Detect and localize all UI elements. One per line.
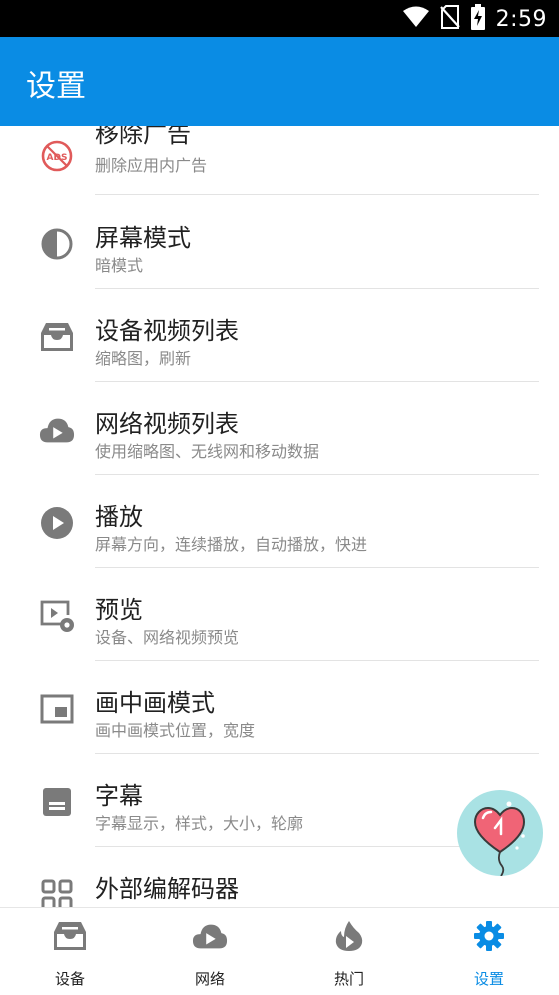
nav-label: 设置 [473, 970, 504, 988]
cloud-play-icon [192, 920, 228, 952]
setting-picture-in-picture[interactable]: 画中画模式 画中画模式位置，宽度 [0, 661, 559, 754]
setting-subtitle: 设备、网络视频预览 [95, 628, 240, 647]
setting-preview[interactable]: 预览 设备、网络视频预览 [0, 568, 559, 661]
setting-device-video-list[interactable]: 设备视频列表 缩略图，刷新 [0, 289, 559, 382]
setting-title: 设备视频列表 [95, 317, 239, 345]
nav-label: 设备 [54, 970, 85, 988]
nav-settings[interactable]: 设置 [419, 908, 559, 995]
wifi-icon [402, 6, 430, 32]
nav-label: 热门 [333, 970, 364, 988]
setting-subtitle: 画中画模式位置，宽度 [95, 721, 256, 740]
setting-subtitle: 暗模式 [95, 256, 144, 275]
setting-title: 播放 [95, 503, 143, 531]
gear-icon [471, 920, 507, 952]
divider [95, 194, 539, 195]
setting-title: 预览 [95, 596, 143, 624]
bottom-navigation: 设备 网络 热门 设置 [0, 907, 559, 995]
fire-play-icon [331, 920, 367, 952]
battery-charging-icon [470, 4, 486, 34]
contrast-icon [39, 226, 75, 262]
cloud-play-icon [39, 412, 75, 448]
setting-subtitle: 删除应用内广告 [95, 156, 208, 175]
decoder-icon [39, 877, 75, 907]
setting-subtitle: 字幕显示，样式，大小，轮廓 [95, 814, 304, 833]
setting-subtitle: 屏幕方向，连续播放，自动播放，快进 [95, 535, 368, 554]
nav-device[interactable]: 设备 [0, 908, 140, 995]
setting-title: 外部编解码器 [95, 875, 239, 903]
nav-label: 网络 [194, 970, 225, 988]
setting-title: 字幕 [95, 782, 143, 810]
setting-subtitle: 使用缩略图、无线网和移动数据 [95, 442, 320, 461]
setting-title: 画中画模式 [95, 689, 215, 717]
inbox-icon [52, 920, 88, 952]
no-sim-icon [439, 5, 460, 33]
remove-ads-icon: ADS [39, 138, 75, 174]
nav-network[interactable]: 网络 [140, 908, 280, 995]
setting-screen-mode[interactable]: 屏幕模式 暗模式 [0, 196, 559, 289]
setting-playback[interactable]: 播放 屏幕方向，连续播放，自动播放，快进 [0, 475, 559, 568]
balloon-fab[interactable] [457, 790, 543, 877]
play-circle-icon [39, 505, 75, 541]
setting-title: 网络视频列表 [95, 410, 239, 438]
nav-hot[interactable]: 热门 [279, 908, 419, 995]
setting-subtitle: 缩略图，刷新 [95, 349, 192, 368]
preview-icon [39, 598, 75, 634]
svg-text:ADS: ADS [47, 153, 68, 163]
inbox-icon [39, 319, 75, 355]
app-bar: 设置 [0, 37, 559, 126]
setting-title: 移除广告 [95, 126, 191, 148]
setting-title: 屏幕模式 [95, 224, 191, 252]
setting-network-video-list[interactable]: 网络视频列表 使用缩略图、无线网和移动数据 [0, 382, 559, 475]
balloon-icon [473, 801, 526, 877]
page-title: 设置 [26, 69, 86, 104]
status-bar: 2:59 [0, 0, 559, 37]
subtitles-icon [39, 784, 75, 820]
picture-in-picture-icon [39, 691, 75, 727]
status-icons: 2:59 [402, 4, 547, 34]
setting-remove-ads[interactable]: ADS 移除广告 删除应用内广告 [0, 126, 559, 195]
status-time: 2:59 [495, 6, 547, 32]
